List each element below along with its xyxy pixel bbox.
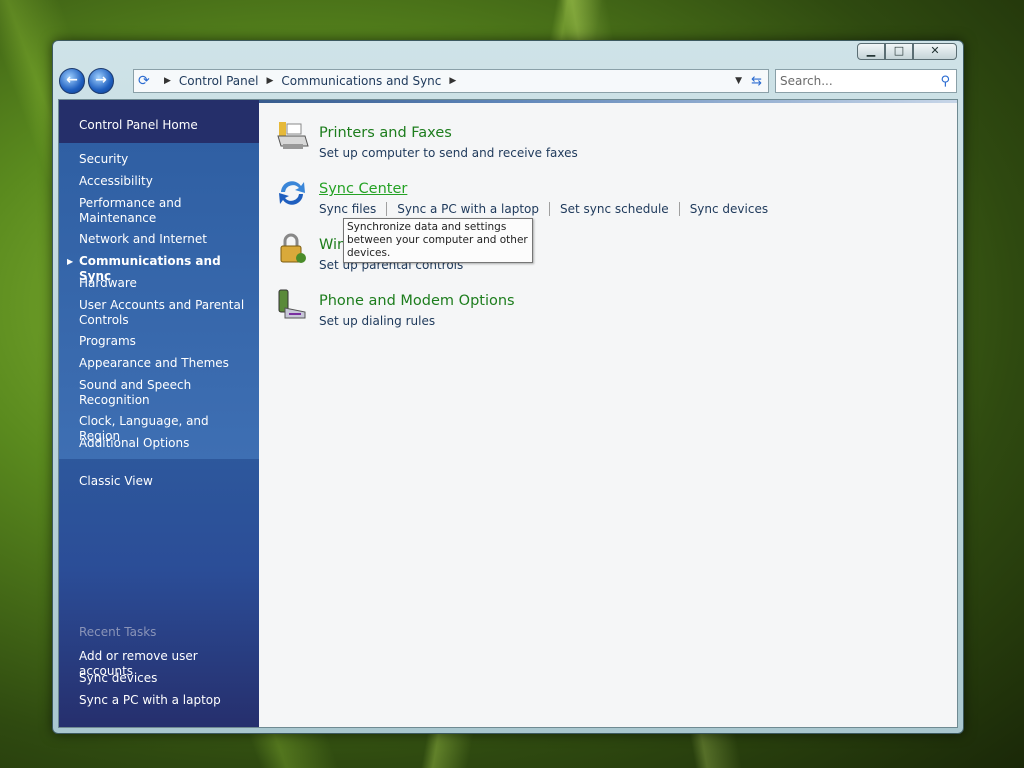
control-panel-window: ▁ □ ✕ ← → ⟳ ▶ Control Panel ▶ Communicat… — [52, 40, 964, 734]
recent-task-sync-pc-laptop[interactable]: Sync a PC with a laptop — [79, 693, 249, 708]
sidebar-classic-view[interactable]: Classic View — [79, 474, 249, 489]
sidebar-item-security[interactable]: Security — [79, 152, 249, 167]
breadcrumb-control-panel[interactable]: Control Panel — [179, 74, 259, 88]
close-button[interactable]: ✕ — [913, 43, 957, 60]
sidebar-item-additional[interactable]: Additional Options — [79, 436, 249, 451]
task-link[interactable]: Sync files — [319, 202, 386, 216]
refresh-icon[interactable]: ⇆ — [751, 74, 762, 89]
sync-center-tooltip: Synchronize data and settings between yo… — [343, 218, 533, 263]
forward-button[interactable]: → — [88, 68, 114, 94]
sidebar-item-sound[interactable]: Sound and Speech Recognition — [79, 378, 249, 408]
sidebar-control-panel-home[interactable]: Control Panel Home — [79, 118, 249, 133]
sidebar-item-appearance[interactable]: Appearance and Themes — [79, 356, 249, 371]
phone-icon[interactable] — [275, 288, 309, 322]
back-arrow-icon: ← — [66, 72, 78, 88]
sidebar: Control Panel Home Security Accessibilit… — [59, 100, 259, 727]
printer-icon[interactable] — [275, 120, 309, 154]
lock-icon[interactable] — [275, 232, 309, 266]
task-link[interactable]: Set sync schedule — [549, 202, 679, 216]
search-input[interactable]: Search... ⚲ — [775, 69, 957, 93]
breadcrumb-separator-icon[interactable]: ▶ — [449, 76, 456, 86]
search-icon[interactable]: ⚲ — [940, 74, 950, 89]
task-link[interactable]: Sync a PC with a laptop — [386, 202, 549, 216]
recent-tasks-heading: Recent Tasks — [79, 625, 157, 639]
parental-controls-link[interactable]: Wir — [319, 237, 343, 253]
forward-arrow-icon: → — [95, 72, 107, 88]
sidebar-item-programs[interactable]: Programs — [79, 334, 249, 349]
task-link[interactable]: Set up dialing rules — [319, 314, 445, 328]
breadcrumb-separator-icon[interactable]: ▶ — [267, 76, 274, 86]
task-link[interactable]: Set up computer to send and receive faxe… — [319, 146, 588, 160]
printers-and-faxes-link[interactable]: Printers and Faxes — [319, 125, 452, 141]
sidebar-item-performance[interactable]: Performance and Maintenance — [79, 196, 249, 226]
sync-center-link[interactable]: Sync Center — [319, 181, 407, 197]
task-link[interactable]: Sync devices — [678, 202, 778, 216]
sidebar-item-hardware[interactable]: Hardware — [79, 276, 249, 291]
caption-buttons: ▁ □ ✕ — [857, 43, 957, 60]
content-area: Control Panel Home Security Accessibilit… — [58, 99, 958, 728]
back-button[interactable]: ← — [59, 68, 85, 94]
minimize-button[interactable]: ▁ — [857, 43, 885, 60]
sidebar-item-accessibility[interactable]: Accessibility — [79, 174, 249, 189]
printers-task-links: Set up computer to send and receive faxe… — [319, 146, 588, 160]
sync-task-links: Sync files Sync a PC with a laptop Set s… — [319, 202, 778, 216]
navigation-bar: ← → ⟳ ▶ Control Panel ▶ Communications a… — [59, 67, 957, 95]
sync-icon[interactable] — [275, 176, 309, 210]
control-panel-icon: ⟳ — [138, 73, 150, 89]
category-list: Printers and Faxes Set up computer to se… — [259, 100, 957, 727]
breadcrumb-separator-icon[interactable]: ▶ — [164, 76, 171, 86]
sidebar-item-user-accounts[interactable]: User Accounts and Parental Controls — [79, 298, 249, 328]
sidebar-item-network[interactable]: Network and Internet — [79, 232, 249, 247]
recent-task-sync-devices[interactable]: Sync devices — [79, 671, 249, 686]
maximize-button[interactable]: □ — [885, 43, 913, 60]
phone-and-modem-link[interactable]: Phone and Modem Options — [319, 293, 515, 309]
chevron-down-icon[interactable]: ▼ — [735, 76, 742, 86]
current-category-arrow-icon: ▶ — [67, 257, 74, 266]
breadcrumb-communications-and-sync[interactable]: Communications and Sync — [281, 74, 441, 88]
address-bar[interactable]: ⟳ ▶ Control Panel ▶ Communications and S… — [133, 69, 769, 93]
phone-task-links: Set up dialing rules — [319, 314, 445, 328]
